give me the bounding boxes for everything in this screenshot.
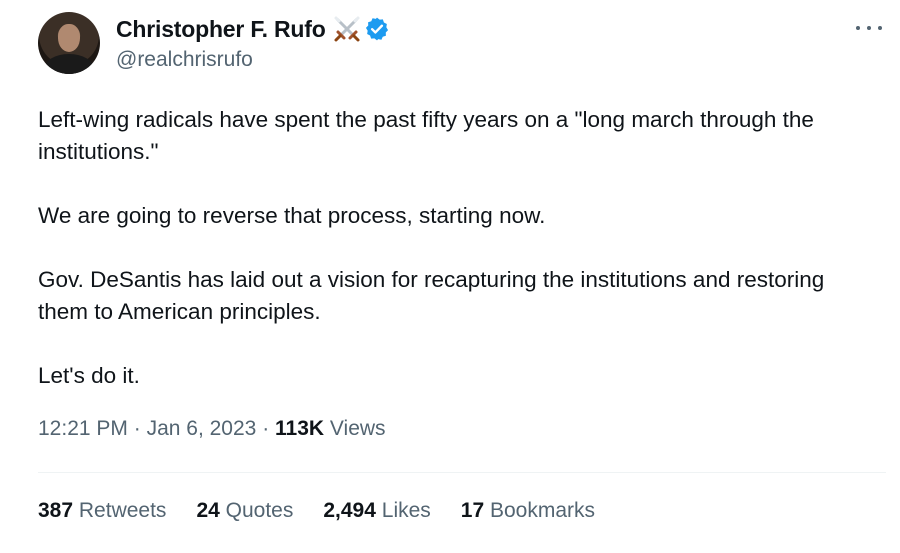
tweet-header: Christopher F. Rufo @realchrisrufo [38, 12, 390, 74]
likes-label: Likes [381, 499, 431, 522]
bookmarks-label: Bookmarks [490, 499, 596, 522]
bookmarks-count: 17 [460, 499, 485, 522]
avatar-face [58, 24, 80, 52]
quotes-label: Quotes [225, 499, 294, 522]
views-count: 113K [275, 417, 325, 440]
author-info: Christopher F. Rufo @realchrisrufo [116, 14, 390, 72]
tweet-meta: 12:21 PM · Jan 6, 2023 · 113K Views [38, 417, 386, 441]
retweets-label: Retweets [78, 499, 167, 522]
divider [38, 472, 886, 473]
meta-separator: · [133, 417, 141, 440]
tweet-paragraph: Gov. DeSantis has laid out a vision for … [38, 267, 825, 324]
likes-stat[interactable]: 2,494 Likes [323, 499, 430, 523]
retweets-stat[interactable]: 387 Retweets [38, 499, 166, 523]
more-dot [867, 26, 871, 30]
verified-badge-icon[interactable] [364, 16, 390, 42]
tweet-paragraph: Left-wing radicals have spent the past f… [38, 107, 814, 164]
views-label: Views [329, 417, 386, 440]
likes-count: 2,494 [323, 499, 376, 522]
name-row: Christopher F. Rufo [116, 14, 390, 44]
quotes-count: 24 [196, 499, 220, 522]
retweets-count: 387 [38, 499, 74, 522]
tweet-paragraph: Let's do it. [38, 363, 140, 388]
tweet-paragraph: We are going to reverse that process, st… [38, 203, 546, 228]
quotes-stat[interactable]: 24 Quotes [196, 499, 293, 523]
avatar[interactable] [38, 12, 100, 74]
engagement-stats: 387 Retweets 24 Quotes 2,494 Likes 17 Bo… [38, 499, 625, 523]
tweet-text: Left-wing radicals have spent the past f… [38, 104, 878, 424]
crossed-swords-icon [334, 16, 360, 42]
tweet-date[interactable]: Jan 6, 2023 [147, 417, 257, 440]
more-dot [856, 26, 860, 30]
display-name[interactable]: Christopher F. Rufo [116, 16, 326, 43]
tweet-time[interactable]: 12:21 PM [38, 417, 128, 440]
bookmarks-stat[interactable]: 17 Bookmarks [461, 499, 595, 523]
avatar-shirt [44, 54, 94, 74]
author-handle[interactable]: @realchrisrufo [116, 48, 390, 72]
tweet-card: Christopher F. Rufo @realchrisrufo Left-… [0, 0, 900, 553]
more-dot [878, 26, 882, 30]
meta-separator: · [262, 417, 270, 440]
more-horizontal-icon[interactable] [856, 18, 882, 38]
